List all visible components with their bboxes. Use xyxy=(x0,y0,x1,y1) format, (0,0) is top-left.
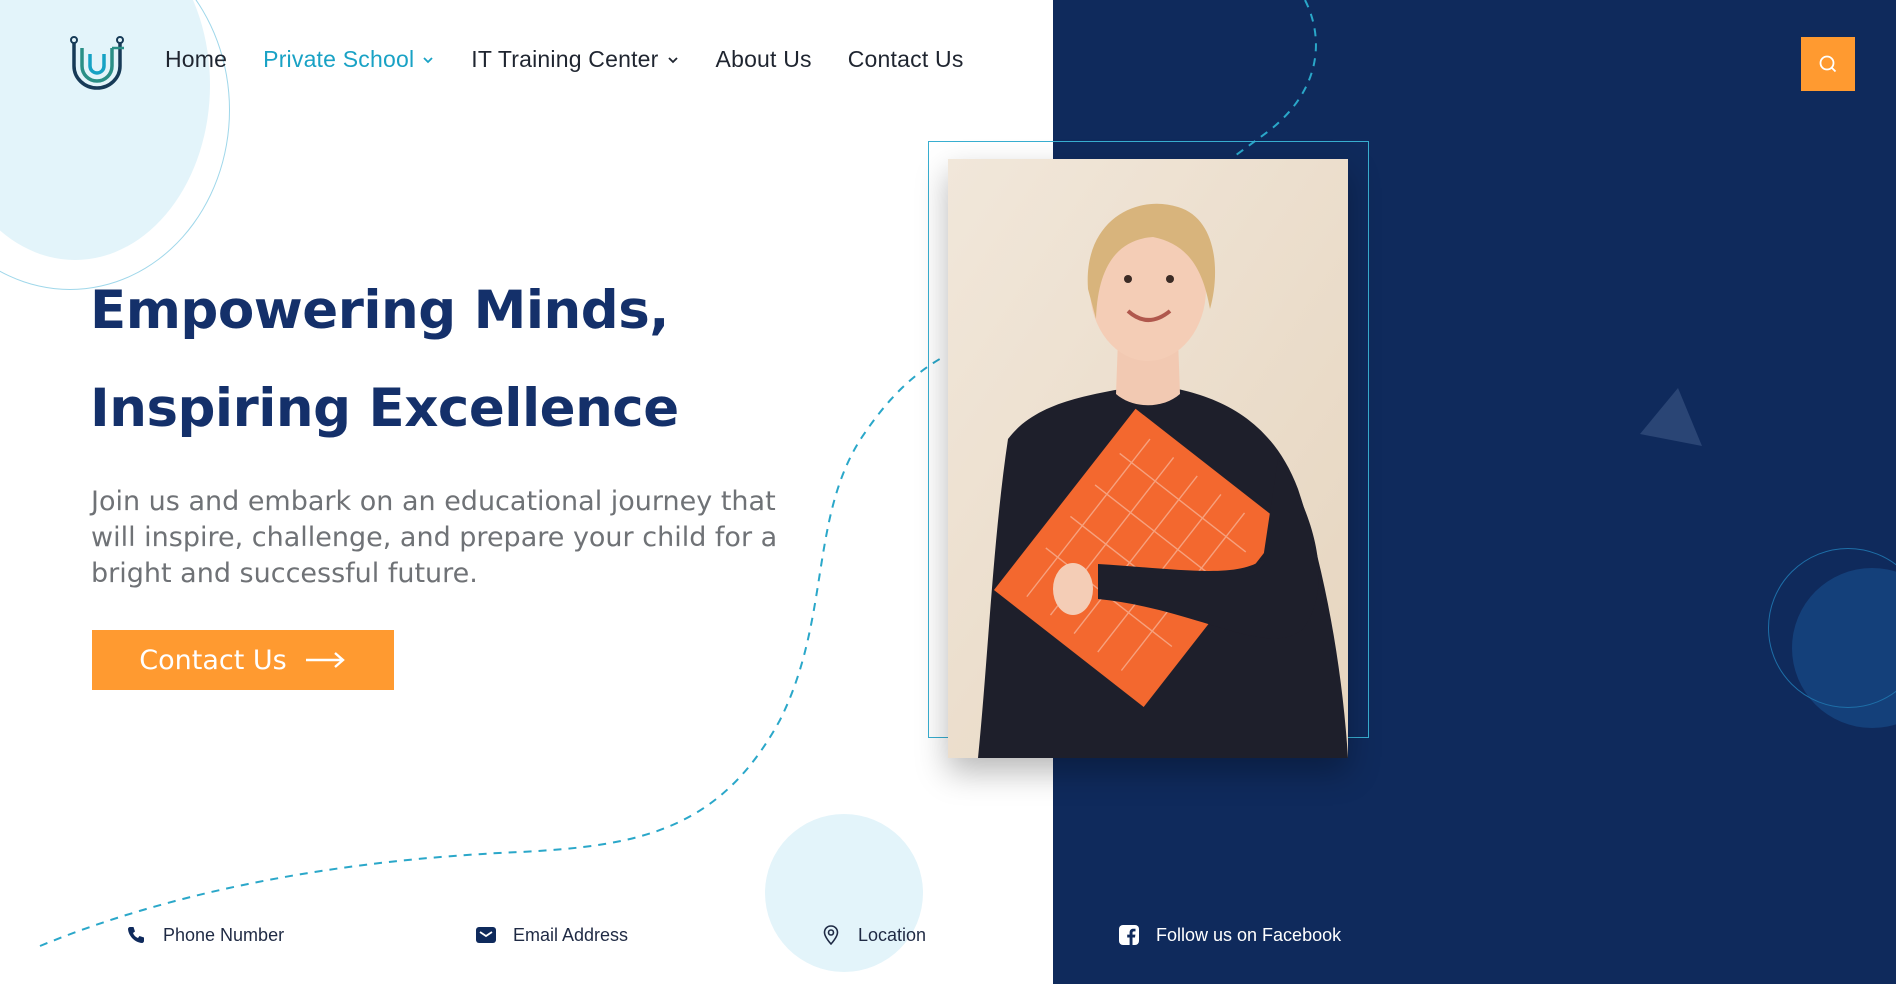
contact-us-button-label: Contact Us xyxy=(139,644,287,676)
hero-subtitle-line-2: will inspire, challenge, and prepare you… xyxy=(91,522,778,553)
email-icon xyxy=(476,927,496,943)
facebook-icon xyxy=(1119,925,1139,945)
nav-contact-us[interactable]: Contact Us xyxy=(848,46,964,73)
contact-us-button[interactable]: Contact Us xyxy=(92,630,394,690)
arrow-right-icon xyxy=(305,652,345,668)
main-navigation: Home Private School IT Training Center A… xyxy=(165,46,1000,73)
facebook-label: Follow us on Facebook xyxy=(1156,924,1342,945)
nav-contact-us-label: Contact Us xyxy=(847,46,964,72)
search-button[interactable] xyxy=(1801,37,1855,91)
nav-home-label: Home xyxy=(165,46,228,72)
nav-it-training-center[interactable]: IT Training Center xyxy=(471,46,679,73)
location-pin-icon xyxy=(823,925,839,946)
hero-title: Empowering Minds, Inspiring Excellence xyxy=(90,262,679,458)
search-icon xyxy=(1819,55,1837,73)
nav-private-school-label: Private School xyxy=(263,46,415,72)
chevron-down-icon xyxy=(667,56,678,63)
email-info[interactable]: Email Address xyxy=(475,924,628,946)
hero-subtitle-line-3: bright and successful future. xyxy=(91,558,478,589)
nav-private-school[interactable]: Private School xyxy=(263,46,435,73)
logo-icon[interactable] xyxy=(66,32,128,92)
phone-info[interactable]: Phone Number xyxy=(125,924,284,946)
hero-subtitle-line-1: Join us and embark on an educational jou… xyxy=(91,486,776,517)
nav-it-training-center-label: IT Training Center xyxy=(471,46,659,72)
nav-about-us[interactable]: About Us xyxy=(716,46,812,73)
location-info[interactable]: Location xyxy=(820,924,926,946)
location-label: Location xyxy=(858,924,927,945)
hero-title-line-1: Empowering Minds, xyxy=(90,280,669,341)
nav-home[interactable]: Home xyxy=(165,46,227,73)
student-photo xyxy=(948,159,1348,758)
phone-label: Phone Number xyxy=(163,924,285,945)
landing-page: Home Private School IT Training Center A… xyxy=(0,0,1896,984)
email-label: Email Address xyxy=(513,924,629,945)
facebook-info[interactable]: Follow us on Facebook xyxy=(1118,924,1341,946)
chevron-down-icon xyxy=(423,56,433,63)
phone-icon xyxy=(128,927,144,943)
hero-title-line-2: Inspiring Excellence xyxy=(90,378,679,439)
decorative-circle-bottom xyxy=(765,814,923,972)
hero-subtitle: Join us and embark on an educational jou… xyxy=(91,484,831,592)
decorative-triangle xyxy=(1640,388,1702,446)
nav-about-us-label: About Us xyxy=(715,46,812,72)
